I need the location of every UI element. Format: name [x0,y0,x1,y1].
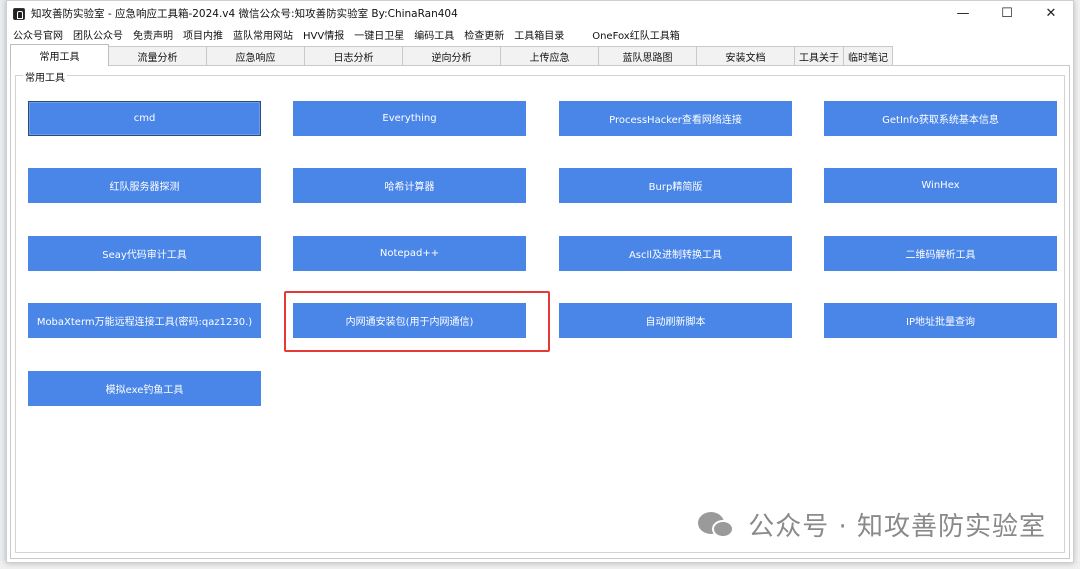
tool-button-auto-refresh[interactable]: 自动刷新脚本 [559,303,792,338]
menu-item-blue-team-sites[interactable]: 蓝队常用网站 [233,27,293,42]
menu-item-satellite[interactable]: 一键日卫星 [354,27,404,42]
tab-upload-response[interactable]: 上传应急 [500,46,599,66]
tab-log-analysis[interactable]: 日志分析 [304,46,403,66]
tool-button-processhacker[interactable]: ProcessHacker查看网络连接 [559,101,792,136]
watermark-text: 公众号 · 知攻善防实验室 [748,512,1046,542]
tool-button-ip-batch-query[interactable]: IP地址批量查询 [824,303,1057,338]
maximize-button[interactable]: ☐ [985,1,1029,26]
group-label: 常用工具 [23,69,67,84]
tab-install-docs[interactable]: 安装文档 [696,46,795,66]
tool-button-winhex[interactable]: WinHex [824,168,1057,203]
app-icon [13,7,25,20]
tool-button-phishing-sim[interactable]: 模拟exe钓鱼工具 [28,371,261,406]
menu-item-team-account[interactable]: 团队公众号 [73,27,123,42]
menu-item-hvv-intel[interactable]: HVV情报 [303,27,344,42]
tab-traffic-analysis[interactable]: 流量分析 [108,46,207,66]
tab-reverse-analysis[interactable]: 逆向分析 [402,46,501,66]
app-window: 知攻善防实验室 - 应急响应工具箱-2024.v4 微信公众号:知攻善防实验室 … [6,0,1074,563]
minimize-button[interactable]: — [941,1,985,26]
tool-button-seay-audit[interactable]: Seay代码审计工具 [28,236,261,271]
tool-button-everything[interactable]: Everything [293,101,526,136]
tab-incident-response[interactable]: 应急响应 [206,46,305,66]
menu-item-onefox[interactable]: OneFox红队工具箱 [592,27,680,42]
close-button[interactable]: ✕ [1029,1,1073,26]
highlight-annotation-box [284,291,550,352]
tab-notes[interactable]: 临时笔记 [843,46,893,66]
tool-button-mobaxterm[interactable]: MobaXterm万能远程连接工具(密码:qaz1230.) [28,303,261,338]
tool-button-hash-calculator[interactable]: 哈希计算器 [293,168,526,203]
tool-button-burp-lite[interactable]: Burp精简版 [559,168,792,203]
tab-about[interactable]: 工具关于 [794,46,844,66]
tool-button-qr-decoder[interactable]: 二维码解析工具 [824,236,1057,271]
tool-button-ascii-convert[interactable]: Ascll及进制转换工具 [559,236,792,271]
menu-bar: 公众号官网 团队公众号 免责声明 项目内推 蓝队常用网站 HVV情报 一键日卫星… [7,26,1073,42]
tab-bar: 常用工具 流量分析 应急响应 日志分析 逆向分析 上传应急 蓝队思路图 安装文档… [10,44,893,66]
tool-button-cmd[interactable]: cmd [28,101,261,136]
menu-item-official-site[interactable]: 公众号官网 [13,27,63,42]
menu-item-toolbox-index[interactable]: 工具箱目录 [514,27,564,42]
watermark: 公众号 · 知攻善防实验室 [698,506,1046,543]
tool-button-getinfo[interactable]: GetInfo获取系统基本信息 [824,101,1057,136]
window-controls: — ☐ ✕ [941,1,1073,26]
tab-blue-team-mindmap[interactable]: 蓝队思路图 [598,46,697,66]
tool-button-red-team-probe[interactable]: 红队服务器探测 [28,168,261,203]
menu-item-referral[interactable]: 项目内推 [183,27,223,42]
tool-button-notepadpp[interactable]: Notepad++ [293,236,526,271]
menu-item-check-updates[interactable]: 检查更新 [464,27,504,42]
menu-item-disclaimer[interactable]: 免责声明 [133,27,173,42]
window-title: 知攻善防实验室 - 应急响应工具箱-2024.v4 微信公众号:知攻善防实验室 … [31,8,458,20]
tab-common-tools[interactable]: 常用工具 [10,44,109,66]
wechat-icon [698,510,736,540]
title-bar[interactable]: 知攻善防实验室 - 应急响应工具箱-2024.v4 微信公众号:知攻善防实验室 … [7,1,1073,26]
menu-item-encoding-tools[interactable]: 编码工具 [414,27,454,42]
